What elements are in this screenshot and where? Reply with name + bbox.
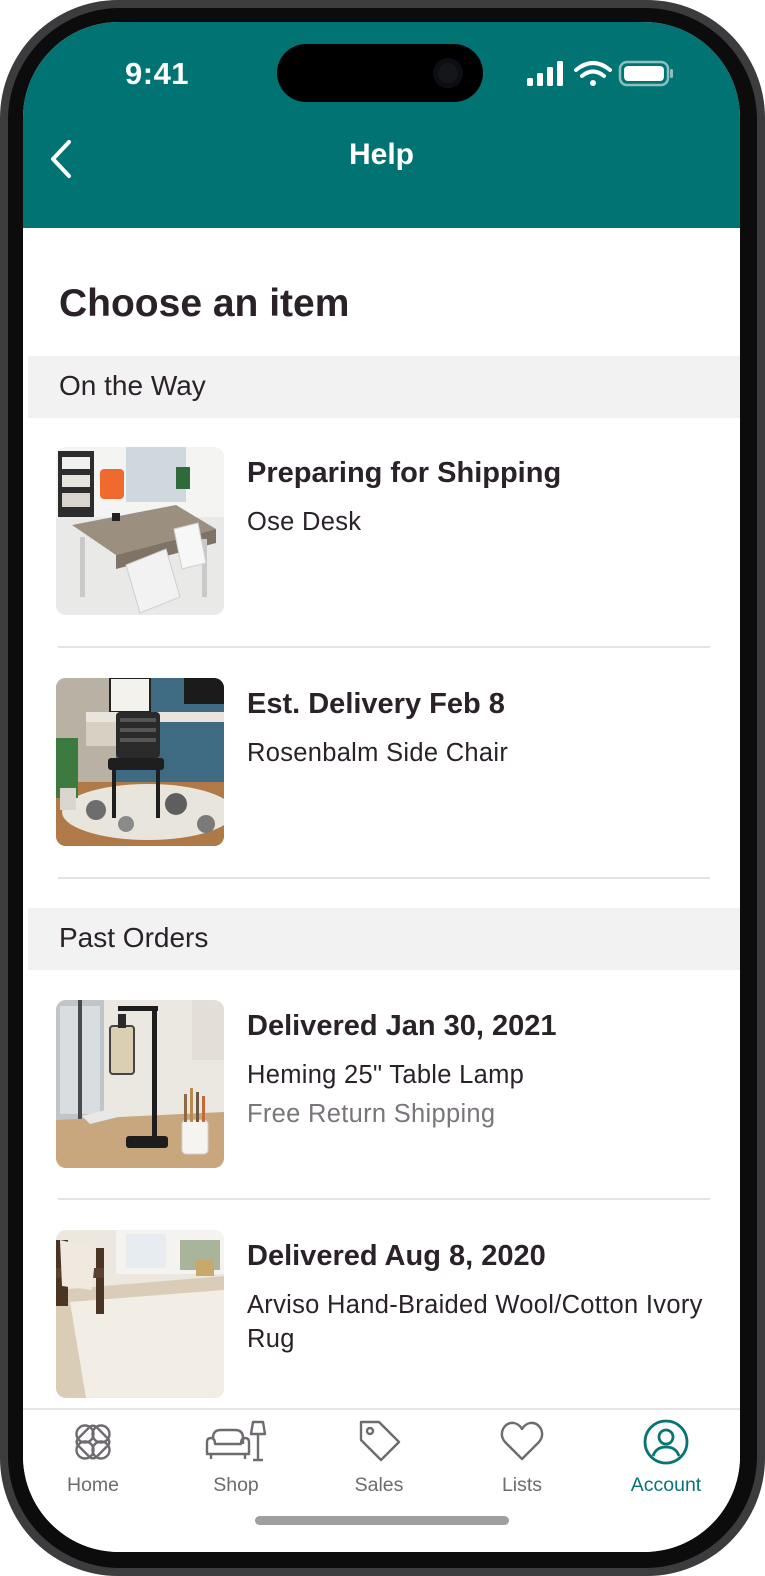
tab-sales[interactable]: Sales [319,1418,439,1498]
item-status: Delivered Jan 30, 2021 [247,1010,557,1042]
section-label: Past Orders [59,922,209,953]
wifi-icon [574,61,612,86]
tab-label: Sales [354,1474,404,1496]
page-title: Choose an item [59,282,350,325]
status-icons [527,60,677,90]
section-header-on-the-way: On the Way [28,356,740,418]
order-item-table-lamp[interactable]: Delivered Jan 30, 2021 Heming 25" Table … [23,1000,740,1230]
product-thumbnail-rug [56,1230,224,1398]
tab-shop[interactable]: Shop [176,1418,296,1498]
product-thumbnail-lamp [56,1000,224,1168]
item-status: Delivered Aug 8, 2020 [247,1240,546,1272]
item-status: Est. Delivery Feb 8 [247,688,505,720]
product-thumbnail-desk [56,447,224,615]
return-shipping-note: Free Return Shipping [247,1100,496,1128]
product-thumbnail-chair [56,678,224,846]
item-name: Rosenbalm Side Chair [247,739,509,767]
tab-label: Shop [213,1474,259,1496]
item-name: Arviso Hand-Braided Wool/Cotton Ivory Ru… [247,1291,703,1353]
heart-icon [500,1421,544,1461]
battery-icon [618,60,673,87]
order-item-ose-desk[interactable]: Preparing for Shipping Ose Desk [23,447,740,677]
shop-icon [205,1420,267,1462]
cellular-signal-icon [527,61,563,86]
tab-label: Account [630,1474,702,1496]
order-item-side-chair[interactable]: Est. Delivery Feb 8 Rosenbalm Side Chair [23,678,740,908]
section-label: On the Way [59,370,206,401]
divider [58,646,710,648]
sales-tag-icon [359,1420,401,1462]
item-status: Preparing for Shipping [247,457,562,489]
dynamic-island [277,44,483,102]
tab-label: Lists [501,1474,543,1496]
tab-label: Home [66,1474,120,1496]
order-list: Choose an item On the Way Preparing for … [23,228,740,1408]
item-name: Ose Desk [247,508,362,536]
divider [58,1198,710,1200]
status-time: 9:41 [125,56,190,91]
home-icon [75,1424,111,1460]
page-header-title: Help [348,138,414,171]
account-icon [643,1419,689,1465]
home-indicator[interactable] [255,1516,509,1525]
tab-home[interactable]: Home [33,1418,153,1498]
tab-lists[interactable]: Lists [462,1418,582,1498]
section-header-past-orders: Past Orders [28,908,740,970]
tab-account[interactable]: Account [606,1418,726,1498]
divider [58,877,710,879]
bottom-tab-bar: Home Shop Sales Lists Account [23,1408,740,1552]
screen: 9:41 Help Choose an item On the Way Prep… [23,22,740,1552]
front-camera-icon [433,58,463,88]
item-name: Heming 25" Table Lamp [247,1061,525,1089]
top-app-bar: 9:41 Help [23,22,740,228]
